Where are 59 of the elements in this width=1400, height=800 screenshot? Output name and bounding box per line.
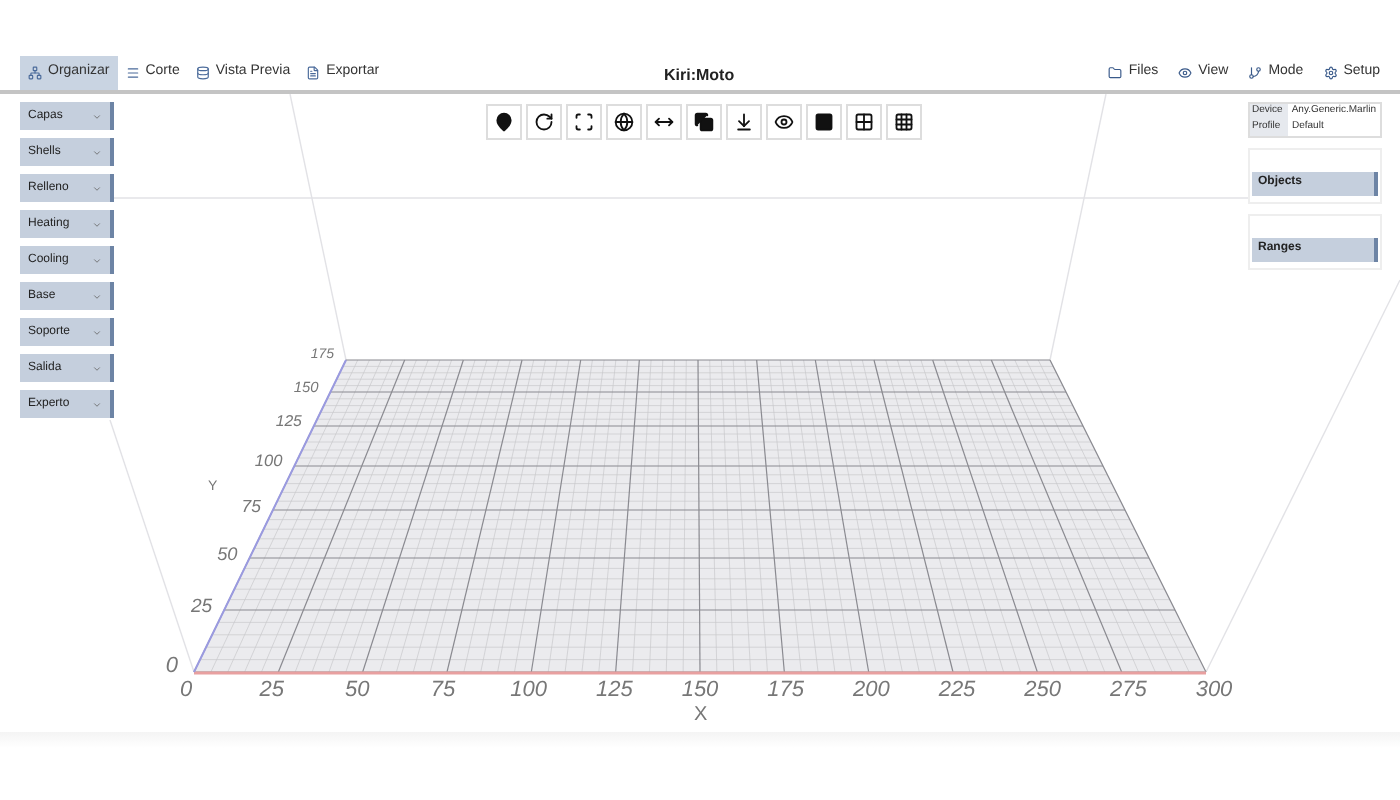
align-bottom-icon xyxy=(734,112,754,132)
tab-icon xyxy=(28,66,42,80)
axis-tick-label: 125 xyxy=(595,680,633,702)
caret-icon xyxy=(92,363,102,373)
caret-icon xyxy=(92,399,102,409)
axis-tick-label: 275 xyxy=(1109,680,1147,702)
toolbar-button[interactable] xyxy=(726,104,762,140)
caret-icon xyxy=(92,219,102,229)
caret-icon xyxy=(92,255,102,265)
eye-icon xyxy=(774,112,794,132)
toolbar-button[interactable] xyxy=(526,104,562,140)
pin-icon xyxy=(494,112,514,132)
axis-tick-label: 0 xyxy=(179,680,193,702)
toolbar-button[interactable] xyxy=(606,104,642,140)
copy-icon xyxy=(694,112,714,132)
dotted-grid-icon xyxy=(894,112,914,132)
caret-icon xyxy=(92,147,102,157)
square-icon xyxy=(814,112,834,132)
caret-icon xyxy=(92,291,102,301)
toolbar-button[interactable] xyxy=(486,104,522,140)
axis-tick-label: 25 xyxy=(190,598,213,618)
caret-icon xyxy=(92,111,102,121)
axis-tick-label: 0 xyxy=(165,656,178,678)
tab-icon xyxy=(195,66,210,80)
app-title: Kiri:Moto xyxy=(664,64,735,88)
tab-icon xyxy=(306,66,321,80)
axis-label: X xyxy=(694,706,708,726)
axis-tick-label: 225 xyxy=(938,680,976,702)
toolbar-button[interactable] xyxy=(846,104,882,140)
grid-icon xyxy=(854,112,874,132)
axis-tick-label: 75 xyxy=(241,498,261,516)
toolbar-button[interactable] xyxy=(646,104,682,140)
axis-tick-label: 175 xyxy=(767,680,804,702)
rotate-icon xyxy=(534,112,554,132)
caret-icon xyxy=(92,327,102,337)
axis-tick-label: 150 xyxy=(681,680,719,702)
toolbar-button[interactable] xyxy=(766,104,802,140)
toolbar-button[interactable] xyxy=(566,104,602,140)
menu-icon xyxy=(1178,66,1193,80)
globe-icon xyxy=(614,112,634,132)
axis-tick-label: 50 xyxy=(345,680,370,702)
menu-icon xyxy=(1323,66,1338,80)
axis-tick-label: 300 xyxy=(1195,680,1233,702)
axis-tick-label: 25 xyxy=(259,680,284,702)
expand-icon xyxy=(574,112,594,132)
toolbar-button[interactable] xyxy=(886,104,922,140)
axis-tick-label: 100 xyxy=(254,454,283,471)
axis-tick-label: 250 xyxy=(1024,680,1061,702)
caret-icon xyxy=(92,183,102,193)
menu-icon xyxy=(1108,66,1123,80)
axis-tick-label: 75 xyxy=(430,680,456,702)
axis-tick-label: 200 xyxy=(852,680,890,702)
arrows-icon xyxy=(654,112,674,132)
axis-tick-label: 50 xyxy=(217,546,238,565)
toolbar-button[interactable] xyxy=(806,104,842,140)
toolbar-button[interactable] xyxy=(686,104,722,140)
tab-icon xyxy=(125,66,140,80)
axis-tick-label: 100 xyxy=(510,680,547,702)
menu-icon xyxy=(1248,66,1263,80)
